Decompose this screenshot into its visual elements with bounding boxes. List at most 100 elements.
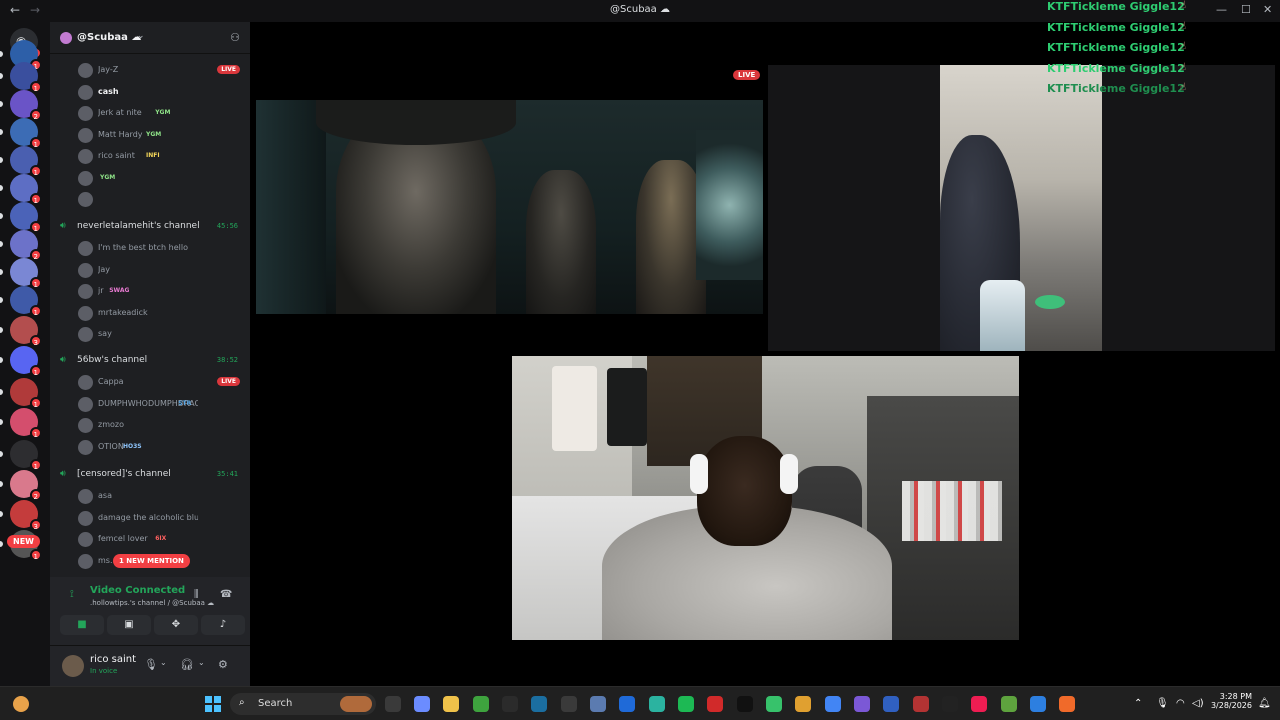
chevron-up-icon[interactable]: ⌃ [1134,698,1142,709]
voice-member[interactable]: Matt Hardy YGM [50,127,250,145]
voice-member[interactable] [50,191,250,209]
chevron-down-icon[interactable]: ⌄ [198,658,205,667]
battlenet-icon[interactable] [619,696,635,712]
search-icon: ⌕ [239,697,245,708]
epic-games-icon[interactable] [502,696,518,712]
spotify-icon[interactable] [678,696,694,712]
voice-member[interactable]: OTION HO3S [50,439,250,457]
server-icon[interactable]: 1 [10,346,42,377]
voice-member[interactable]: DUMPHWHODUMPHDRAC STR [50,396,250,414]
server-icon[interactable]: 1 [10,118,42,149]
stream-tile-game[interactable] [256,100,763,314]
guild-header[interactable]: @Scubaa ☁ ⌄ ⚇ [50,22,250,54]
minecraft-icon[interactable] [1001,696,1017,712]
tiktok-icon[interactable] [971,696,987,712]
avatar [78,327,93,342]
chevron-down-icon[interactable]: ⌄ [160,658,167,667]
notification-bell-icon[interactable]: 🔔︎ [1258,698,1271,709]
microphone-icon[interactable]: 🎙︎ [1156,698,1169,709]
voice-member[interactable]: Jay-Z LIVE [50,62,250,80]
server-icon[interactable]: 1 [10,408,42,439]
server-icon[interactable]: 3 [10,316,42,347]
signal-icon[interactable]: ⟟ [70,589,74,600]
vpn-icon[interactable] [883,696,899,712]
task-view-icon[interactable] [385,696,401,712]
server-icon[interactable]: 1 [10,174,42,205]
server-icon[interactable]: 1 [10,146,42,177]
discord-badge-icon[interactable] [795,696,811,712]
server-icon[interactable]: 3 [10,500,42,531]
microphone-icon[interactable]: 🎙︎ [144,658,158,671]
close-icon[interactable]: ✕ [1263,3,1272,16]
avatar[interactable] [62,655,84,677]
weather-icon[interactable] [13,696,29,712]
github-icon[interactable] [561,696,577,712]
server-icon[interactable]: 1 [10,286,42,317]
server-icon[interactable]: 2 [10,90,42,121]
stream-tile-car[interactable] [768,65,1275,351]
voice-channel[interactable]: 🔊︎ [censored]'s channel 35:41 [50,466,250,484]
voice-member[interactable]: damage the alcoholic blue collar [50,510,250,528]
epic-alt-icon[interactable] [942,696,958,712]
server-icon[interactable]: 1 [10,378,42,409]
voice-status[interactable]: Video Connected [90,585,185,596]
opera-icon[interactable] [707,696,723,712]
server-badge: 1 [29,305,42,317]
voice-member[interactable]: Jerk at nite YGM [50,105,250,123]
headphones-icon[interactable]: 🎧︎ [180,658,194,671]
voice-member[interactable]: jr SWAG [50,283,250,301]
server-icon[interactable]: 1 [10,62,42,93]
firefox-icon[interactable] [1059,696,1075,712]
chrome-icon[interactable] [825,696,841,712]
azure-icon[interactable] [1030,696,1046,712]
maximize-icon[interactable]: ☐ [1241,3,1251,16]
voice-channel[interactable]: 🔊︎ neverletalamehit's channel 45:56 [50,218,250,236]
voice-member[interactable]: YGM [50,170,250,188]
file-explorer-icon[interactable] [443,696,459,712]
server-icon[interactable]: 2 [10,470,42,501]
add-user-icon[interactable]: ⚇ [230,31,240,44]
notes-icon[interactable] [854,696,870,712]
voice-member[interactable]: I'm the best btch hello [50,240,250,258]
activities-button[interactable]: ✥ [154,615,198,635]
voice-member[interactable]: cash [50,84,250,102]
voice-member[interactable]: femcel lover 6IX [50,531,250,549]
new-unreads-pill[interactable]: NEW [7,535,40,548]
steam-icon[interactable] [531,696,547,712]
volume-icon[interactable]: ◁) [1192,698,1204,709]
messages-icon[interactable] [766,696,782,712]
noise-suppression-icon[interactable]: ⫼ [194,589,199,600]
voice-channel[interactable]: 🔊︎ 56bw's channel 38:52 [50,352,250,370]
winrar-icon[interactable] [913,696,929,712]
server-icon[interactable]: 1 [10,258,42,289]
system-clock[interactable]: 3:28 PM 3/28/2026 [1206,692,1252,710]
voice-channel-path[interactable]: .hollowtips.'s channel / @Scubaa ☁ [90,599,214,607]
server-icon[interactable]: 1 [10,440,42,471]
username[interactable]: rico saint [90,654,136,665]
new-mention-pill[interactable]: 1 NEW MENTION [113,554,190,568]
xbox-icon[interactable] [473,696,489,712]
voice-member[interactable]: say [50,326,250,344]
gear-icon[interactable]: ⚙ [218,658,228,671]
screen-share-button[interactable]: ▣ [107,615,151,635]
copilot-icon[interactable] [414,696,430,712]
voice-member[interactable]: Jay [50,262,250,280]
voice-member[interactable]: mrtakeadick [50,305,250,323]
server-icon[interactable]: 1 [10,202,42,233]
server-icon[interactable]: 2 [10,230,42,261]
soundboard-button[interactable]: ♪ [201,615,245,635]
camera-button[interactable]: ■ [60,615,104,635]
search-box[interactable]: ⌕ Search [230,693,376,715]
stream-tile-webcam[interactable] [512,356,1019,640]
settings-icon[interactable] [590,696,606,712]
wifi-icon[interactable]: ◠ [1176,698,1185,709]
voice-member[interactable]: asa [50,488,250,506]
voice-member[interactable]: Cappa LIVE [50,374,250,392]
voice-member[interactable]: zmozo [50,417,250,435]
edge-icon[interactable] [649,696,665,712]
start-icon[interactable] [205,696,221,712]
disconnect-icon[interactable]: ☎ [220,589,232,600]
minimize-icon[interactable]: — [1216,3,1227,16]
voice-member[interactable]: rico saint INFI [50,148,250,166]
capcut-icon[interactable] [737,696,753,712]
